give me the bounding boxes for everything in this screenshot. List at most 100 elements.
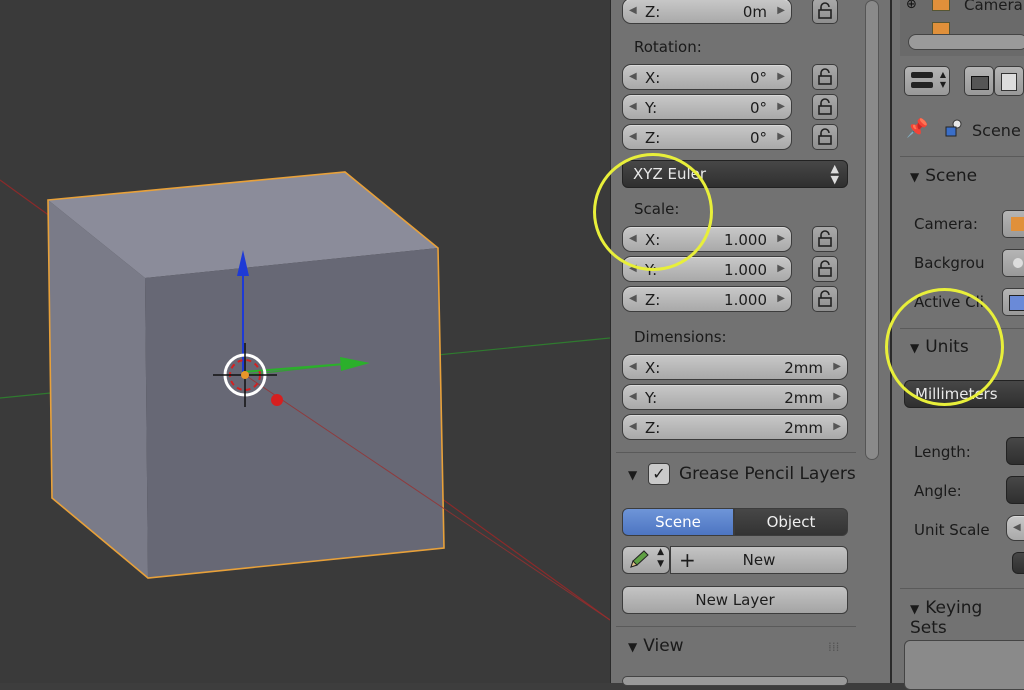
lock-icon[interactable] xyxy=(812,124,838,150)
cube-front-face xyxy=(145,248,444,578)
lock-icon[interactable] xyxy=(812,94,838,120)
increment-arrow-icon[interactable]: ▶ xyxy=(777,71,785,82)
lock-icon[interactable] xyxy=(812,0,838,24)
field-label: Z: xyxy=(645,3,661,21)
field-label: Z: xyxy=(645,129,661,147)
decrement-arrow-icon[interactable]: ◀ xyxy=(629,101,637,112)
background-field[interactable] xyxy=(1002,249,1024,277)
field-label: Z: xyxy=(645,419,661,437)
increment-arrow-icon[interactable]: ▶ xyxy=(777,131,785,142)
collapse-triangle-icon[interactable]: ▼ xyxy=(910,602,919,616)
scene-section-title: Scene xyxy=(925,166,978,186)
separate-units-toggle[interactable] xyxy=(1012,552,1024,574)
increment-arrow-icon[interactable]: ▶ xyxy=(777,101,785,112)
keying-sets-title: Keying Sets xyxy=(910,598,983,638)
location-z-field[interactable]: ◀ Z: 0m ▶ xyxy=(622,0,792,24)
grease-pencil-header[interactable]: ▼ xyxy=(628,464,643,484)
rotation-heading: Rotation: xyxy=(634,38,702,56)
context-scene-label: Scene xyxy=(972,121,1021,140)
field-label: Y: xyxy=(645,99,658,117)
field-value: 1.000 xyxy=(724,261,767,279)
pencil-icon xyxy=(630,550,649,568)
new-grease-pencil-button[interactable]: + New xyxy=(670,546,848,574)
camera-field[interactable] xyxy=(1002,210,1024,238)
decrement-arrow-icon[interactable]: ◀ xyxy=(629,71,637,82)
outliner-scrollbar[interactable] xyxy=(908,34,1024,50)
field-label: X: xyxy=(645,359,661,377)
tab-scene[interactable]: Scene xyxy=(622,508,734,536)
plus-icon: + xyxy=(679,548,696,572)
pin-icon[interactable]: 📌 xyxy=(906,118,928,139)
lock-icon[interactable] xyxy=(812,286,838,312)
increment-arrow-icon[interactable]: ▶ xyxy=(777,263,785,274)
field-value: 2mm xyxy=(784,419,823,437)
field-label: Z: xyxy=(645,291,661,309)
increment-arrow-icon[interactable]: ▶ xyxy=(833,391,841,402)
editor-type-selector[interactable]: ▲ ▼ xyxy=(904,66,950,96)
keying-sets-header[interactable]: ▼ Keying Sets xyxy=(910,598,1024,638)
outliner-item-camera[interactable]: Camera xyxy=(964,0,1023,14)
increment-arrow-icon[interactable]: ▶ xyxy=(777,233,785,244)
increment-arrow-icon[interactable]: ▶ xyxy=(777,5,785,16)
rotation-x-field[interactable]: ◀ X: 0° ▶ xyxy=(622,64,792,90)
view-section-header[interactable]: ▼ View xyxy=(628,636,684,656)
field-label: Y: xyxy=(645,389,658,407)
decrement-arrow-icon[interactable]: ◀ xyxy=(629,131,637,142)
panel-scrollbar[interactable] xyxy=(865,0,879,460)
expand-plus-icon[interactable]: ⊕ xyxy=(906,0,917,12)
length-unit-dropdown[interactable] xyxy=(1006,437,1024,465)
scene-section-header[interactable]: ▼ Scene xyxy=(910,166,977,186)
increment-arrow-icon[interactable]: ▶ xyxy=(833,421,841,432)
highlight-circle xyxy=(593,153,713,271)
active-clip-field[interactable] xyxy=(1002,288,1024,316)
lock-icon[interactable] xyxy=(812,226,838,252)
drag-handle-icon[interactable]: ⁞⁞⁞ xyxy=(828,640,839,654)
field-value: 1.000 xyxy=(724,231,767,249)
field-value: 2mm xyxy=(784,389,823,407)
angle-unit-dropdown[interactable] xyxy=(1006,476,1024,504)
decrement-arrow-icon[interactable]: ◀ xyxy=(629,293,637,304)
field-value: 1.000 xyxy=(724,291,767,309)
view-title: View xyxy=(643,636,684,656)
collapse-triangle-icon[interactable]: ▼ xyxy=(628,468,637,482)
scale-z-field[interactable]: ◀ Z: 1.000 ▶ xyxy=(622,286,792,312)
lock-icon[interactable] xyxy=(812,256,838,282)
highlight-circle xyxy=(885,288,1004,406)
scene-icon xyxy=(944,118,962,137)
render-tab-icon[interactable] xyxy=(964,66,994,96)
collapse-triangle-icon[interactable]: ▼ xyxy=(910,170,919,184)
camera-icon xyxy=(932,0,950,11)
button-label: New xyxy=(742,551,776,569)
3d-viewport[interactable] xyxy=(0,0,610,683)
updown-chevron-icon: ▲ ▼ xyxy=(939,70,946,89)
decrement-arrow-icon[interactable]: ◀ xyxy=(1013,522,1021,533)
increment-arrow-icon[interactable]: ▶ xyxy=(833,361,841,372)
decrement-arrow-icon[interactable]: ◀ xyxy=(629,391,637,402)
increment-arrow-icon[interactable]: ▶ xyxy=(777,293,785,304)
field-value: 2mm xyxy=(784,359,823,377)
tab-object[interactable]: Object xyxy=(734,508,848,536)
camera-label: Camera: xyxy=(914,215,978,233)
unit-scale-field[interactable]: ◀ xyxy=(1006,515,1024,541)
dimensions-x-field[interactable]: ◀ X: 2mm ▶ xyxy=(622,354,848,380)
grease-pencil-checkbox[interactable]: ✓ xyxy=(648,463,670,485)
decrement-arrow-icon[interactable]: ◀ xyxy=(629,421,637,432)
dimensions-y-field[interactable]: ◀ Y: 2mm ▶ xyxy=(622,384,848,410)
field-value: 0° xyxy=(749,129,767,147)
dimensions-z-field[interactable]: ◀ Z: 2mm ▶ xyxy=(622,414,848,440)
decrement-arrow-icon[interactable]: ◀ xyxy=(629,5,637,16)
lock-icon[interactable] xyxy=(812,64,838,90)
new-layer-button[interactable]: New Layer xyxy=(622,586,848,614)
collapse-triangle-icon[interactable]: ▼ xyxy=(628,640,637,654)
view-field[interactable] xyxy=(622,676,848,686)
angle-label: Angle: xyxy=(914,482,962,500)
rotation-z-field[interactable]: ◀ Z: 0° ▶ xyxy=(622,124,792,150)
field-value: 0m xyxy=(742,3,767,21)
pencil-picker[interactable]: ▲ ▼ xyxy=(622,546,670,574)
layers-tab-icon[interactable] xyxy=(994,66,1024,96)
rotation-y-field[interactable]: ◀ Y: 0° ▶ xyxy=(622,94,792,120)
background-label: Backgrou xyxy=(914,254,985,272)
decrement-arrow-icon[interactable]: ◀ xyxy=(629,361,637,372)
dimensions-heading: Dimensions: xyxy=(634,328,727,346)
x-gizmo-handle[interactable] xyxy=(271,394,283,406)
